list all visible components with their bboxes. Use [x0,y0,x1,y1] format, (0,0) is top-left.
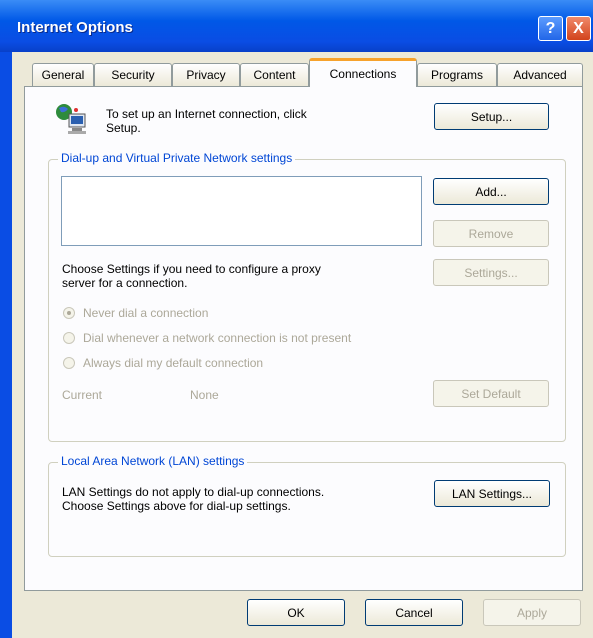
settings-button[interactable]: Settings... [433,259,549,286]
tab-content[interactable]: Content [240,63,309,86]
tab-general[interactable]: General [32,63,94,86]
lan-settings-button[interactable]: LAN Settings... [434,480,550,507]
proxy-text-line1: Choose Settings if you need to configure… [62,262,321,276]
tab-programs[interactable]: Programs [417,63,497,86]
lan-group-label: Local Area Network (LAN) settings [58,454,248,468]
cancel-button[interactable]: Cancel [365,599,463,626]
network-connection-icon [55,102,89,136]
setup-button[interactable]: Setup... [434,103,549,130]
connections-list[interactable] [61,176,422,246]
window-title: Internet Options [17,19,133,36]
tab-advanced[interactable]: Advanced [497,63,583,86]
current-label: Current [62,388,103,402]
radio-always-dial-label: Always dial my default connection [83,356,264,370]
tab-connections[interactable]: Connections [309,58,417,87]
radio-always-dial[interactable] [63,357,75,369]
lan-text-line1: LAN Settings do not apply to dial-up con… [62,485,325,499]
lan-text-line2: Choose Settings above for dial-up settin… [62,499,291,513]
help-button[interactable]: ? [538,16,563,41]
title-bar[interactable]: Internet Options ? X [0,0,593,52]
remove-button[interactable]: Remove [433,220,549,247]
ok-button[interactable]: OK [247,599,345,626]
current-value: None [190,388,219,402]
tab-privacy[interactable]: Privacy [172,63,240,86]
radio-never-dial[interactable] [63,307,75,319]
setup-text-line2: Setup. [106,121,141,135]
set-default-button[interactable]: Set Default [433,380,549,407]
proxy-text-line2: server for a connection. [62,276,188,290]
close-icon: X [573,19,584,37]
radio-dial-whenever-label: Dial whenever a network connection is no… [83,331,352,345]
tab-security[interactable]: Security [94,63,172,86]
radio-dial-whenever[interactable] [63,332,75,344]
add-button[interactable]: Add... [433,178,549,205]
setup-text-line1: To set up an Internet connection, click [106,107,307,121]
dialup-group-label: Dial-up and Virtual Private Network sett… [58,151,296,165]
help-icon: ? [545,19,556,37]
radio-selected-dot [67,311,71,315]
radio-never-dial-label: Never dial a connection [83,306,209,320]
apply-button[interactable]: Apply [483,599,581,626]
close-button[interactable]: X [566,16,591,41]
